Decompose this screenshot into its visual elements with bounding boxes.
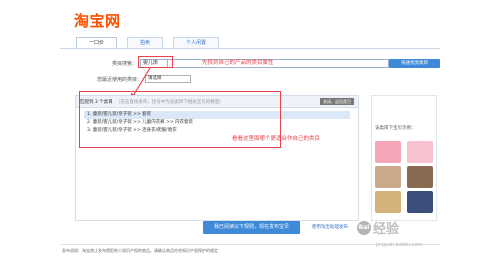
watermark-url: jingyan.baidu.com bbox=[376, 242, 423, 248]
reference-label: 该类目下宝贝示例： bbox=[375, 126, 416, 131]
example-thumbnail-6[interactable] bbox=[407, 191, 433, 213]
watermark-text: 经验 bbox=[373, 222, 400, 237]
example-thumbnail-2[interactable] bbox=[407, 141, 433, 163]
baidu-jingyan-watermark: Bai 经验 bbox=[357, 218, 399, 237]
example-thumbnail-1[interactable] bbox=[375, 141, 401, 163]
baidu-paw-icon: Bai bbox=[357, 220, 371, 235]
example-thumbnail-3[interactable] bbox=[375, 166, 401, 188]
list-annotation: 看看这里面哪个更适合作自己的类目 bbox=[232, 136, 321, 142]
example-thumbnail-4[interactable] bbox=[407, 166, 433, 188]
example-thumbnail-5[interactable] bbox=[375, 191, 401, 213]
use-assistant-link[interactable]: 使用淘宝助理发布 bbox=[312, 224, 348, 230]
publish-now-button[interactable]: 我已阅读以下规则，现在发布宝贝 bbox=[203, 221, 300, 234]
close-match-button[interactable]: 关闭，返回类目 bbox=[320, 98, 354, 105]
footer-notice: 发布须知：淘宝禁止发布侵犯他人知识产权的商品，请确认商品符合知识产权保护的规定 bbox=[62, 248, 218, 253]
